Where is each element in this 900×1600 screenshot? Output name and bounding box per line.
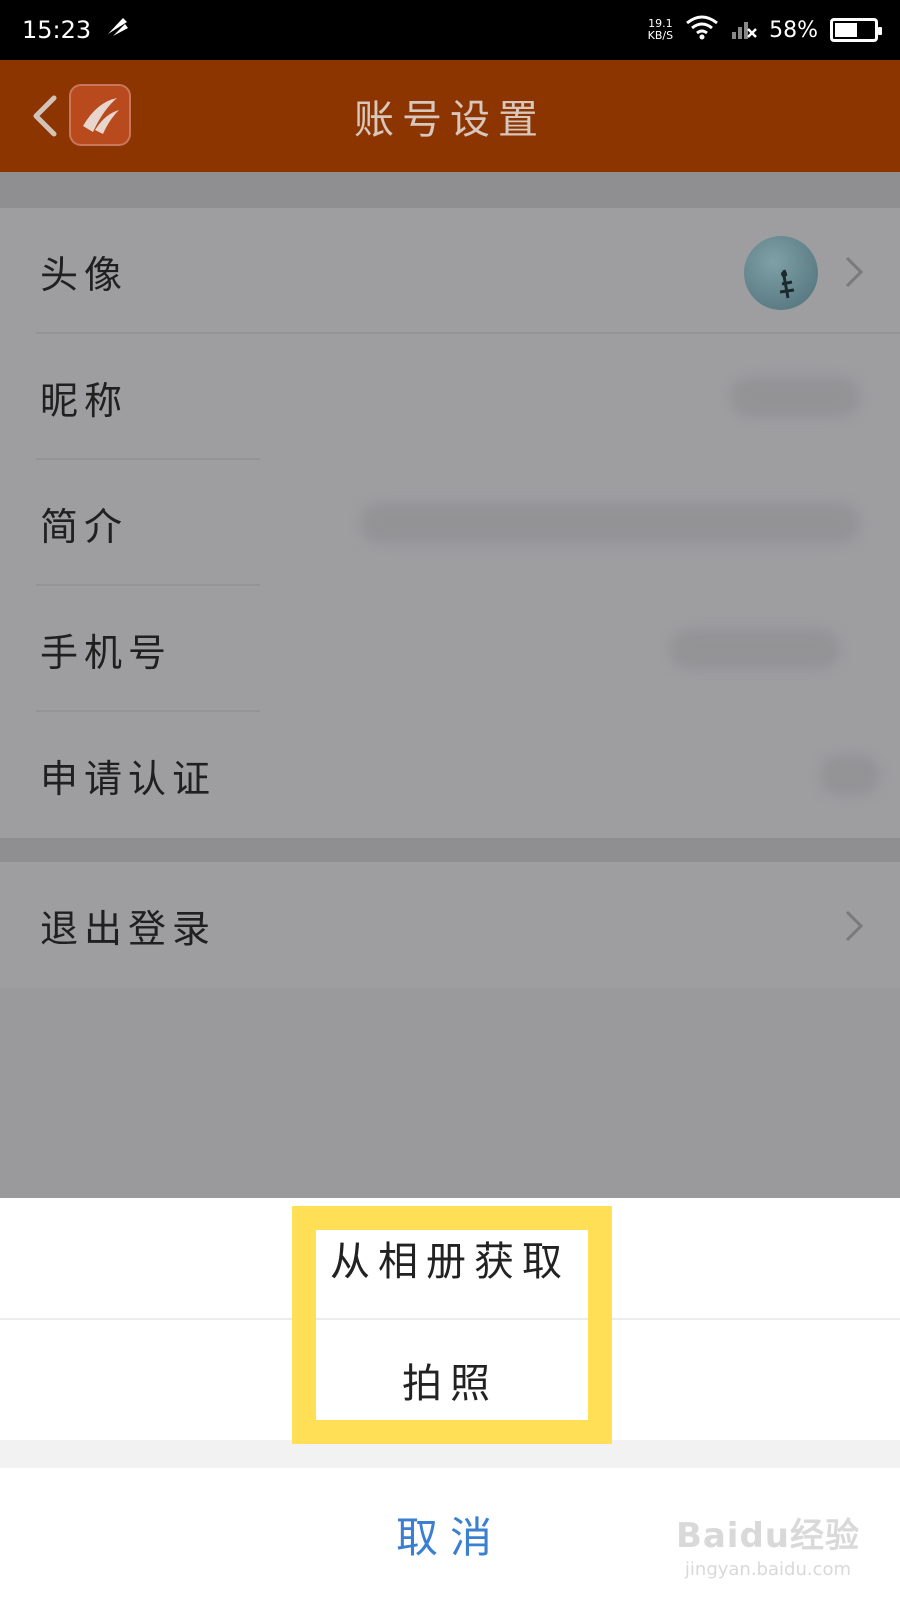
watermark-url: jingyan.baidu.com (684, 1559, 852, 1580)
settings-row-bio[interactable]: 简介 (0, 460, 900, 586)
network-speed: 19.1 KB/S (648, 18, 673, 42)
settings-row-label: 头像 (40, 252, 129, 297)
settings-row-nickname[interactable]: 昵称 (0, 334, 900, 460)
status-right: 19.1 KB/S 58% (648, 14, 882, 46)
settings-row-label: 昵称 (40, 378, 129, 423)
choose-from-album-label: 从相册获取 (330, 1239, 570, 1285)
status-time: 15:23 (22, 16, 92, 44)
settings-row-label: 申请认证 (40, 756, 217, 801)
settings-row-avatar[interactable]: 头像 (0, 208, 900, 334)
chevron-left-icon[interactable] (26, 94, 66, 138)
page-title: 账号设置 (354, 97, 546, 143)
chevron-right-icon (842, 254, 866, 290)
phone-value-redacted (670, 629, 840, 669)
avatar[interactable] (744, 236, 818, 310)
app-logo-icon[interactable] (69, 84, 131, 146)
nickname-value-redacted (730, 377, 860, 417)
chevron-right-icon (842, 908, 866, 944)
settings-row-phone[interactable]: 手机号 (0, 586, 900, 712)
settings-row-label: 简介 (40, 504, 129, 549)
settings-list: 头像 昵称 简介 手机号 申请认证 退出登录 (0, 208, 900, 988)
choose-from-album-button[interactable]: 从相册获取 (0, 1198, 900, 1318)
take-photo-label: 拍照 (402, 1361, 498, 1407)
section-spacer (0, 172, 900, 208)
settings-row-label: 手机号 (40, 630, 173, 675)
battery-level-fill (835, 23, 858, 37)
wifi-icon (685, 14, 719, 46)
take-photo-button[interactable]: 拍照 (0, 1320, 900, 1440)
network-speed-unit: KB/S (647, 29, 674, 42)
settings-row-verify[interactable]: 申请认证 (0, 712, 900, 838)
signal-icon (731, 14, 757, 46)
status-bar: 15:23 19.1 KB/S 58% (0, 0, 900, 60)
logout-label: 退出登录 (40, 906, 217, 951)
status-left: 15:23 (22, 14, 131, 46)
battery-percent: 58% (769, 17, 818, 43)
watermark: Baidu经验 jingyan.baidu.com (676, 1508, 860, 1580)
notification-app-icon (105, 14, 131, 46)
app-header: 账号设置 (0, 60, 900, 172)
battery-icon (830, 18, 882, 42)
watermark-main: Baidu经验 (675, 1516, 860, 1556)
logout-row[interactable]: 退出登录 (0, 862, 900, 988)
section-spacer (0, 838, 900, 862)
bio-value-redacted (360, 503, 860, 543)
verify-value-redacted (820, 755, 880, 795)
cancel-label: 取消 (395, 1512, 504, 1562)
